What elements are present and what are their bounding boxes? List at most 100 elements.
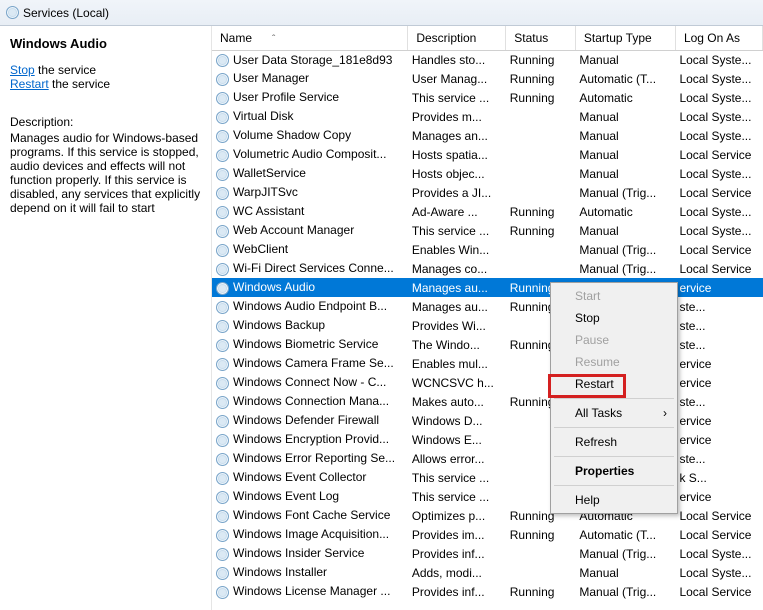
table-row[interactable]: Windows AudioManages au...Runningervice	[212, 278, 763, 297]
cell-logon: ervice	[675, 411, 762, 430]
ctx-refresh[interactable]: Refresh	[553, 431, 675, 453]
service-icon	[216, 54, 229, 67]
table-row[interactable]: User Data Storage_181e8d93Handles sto...…	[212, 50, 763, 69]
cell-logon: Local Syste...	[675, 563, 762, 582]
cell-desc: Adds, modi...	[408, 563, 506, 582]
cell-name: Windows Biometric Service	[212, 335, 408, 354]
service-icon	[216, 510, 229, 523]
table-row[interactable]: WebClientEnables Win...Manual (Trig...Lo…	[212, 240, 763, 259]
table-row[interactable]: Windows InstallerAdds, modi...ManualLoca…	[212, 563, 763, 582]
cell-logon: ervice	[675, 373, 762, 392]
cell-status: Running	[506, 582, 576, 601]
ctx-restart[interactable]: Restart	[553, 373, 675, 395]
service-icon	[216, 434, 229, 447]
table-row[interactable]: WarpJITSvcProvides a JI...Manual (Trig..…	[212, 183, 763, 202]
cell-name: Windows License Manager ...	[212, 582, 408, 601]
cell-desc: Manages co...	[408, 259, 506, 278]
table-row[interactable]: Windows Connect Now - C...WCNCSVC h...er…	[212, 373, 763, 392]
service-icon	[216, 282, 229, 295]
cell-logon: ervice	[675, 278, 762, 297]
stop-service-link[interactable]: Stop	[10, 63, 35, 77]
table-row[interactable]: Windows BackupProvides Wi...ste...	[212, 316, 763, 335]
table-row[interactable]: WalletServiceHosts objec...ManualLocal S…	[212, 164, 763, 183]
cell-desc: Allows error...	[408, 449, 506, 468]
cell-logon: Local Syste...	[675, 221, 762, 240]
table-row[interactable]: Windows Font Cache ServiceOptimizes p...…	[212, 506, 763, 525]
table-row[interactable]: Wi-Fi Direct Services Conne...Manages co…	[212, 259, 763, 278]
ctx-properties[interactable]: Properties	[553, 460, 675, 482]
cell-logon: Local Service	[675, 582, 762, 601]
cell-status	[506, 240, 576, 259]
cell-desc: Windows D...	[408, 411, 506, 430]
service-icon	[216, 358, 229, 371]
cell-desc: The Windo...	[408, 335, 506, 354]
cell-status	[506, 259, 576, 278]
ctx-help[interactable]: Help	[553, 489, 675, 511]
col-description[interactable]: Description	[408, 26, 506, 50]
table-row[interactable]: WC AssistantAd-Aware ...RunningAutomatic…	[212, 202, 763, 221]
cell-logon: ervice	[675, 487, 762, 506]
col-startup-type[interactable]: Startup Type	[575, 26, 675, 50]
ctx-start: Start	[553, 285, 675, 307]
services-list-pane: Name Description Status Startup Type Log…	[212, 26, 763, 610]
table-row[interactable]: Windows Biometric ServiceThe Windo...Run…	[212, 335, 763, 354]
table-row[interactable]: Windows Event CollectorThis service ...k…	[212, 468, 763, 487]
cell-status	[506, 183, 576, 202]
table-row[interactable]: Windows Connection Mana...Makes auto...R…	[212, 392, 763, 411]
cell-name: Windows Audio	[212, 278, 408, 297]
cell-logon: Local Syste...	[675, 88, 762, 107]
cell-name: WarpJITSvc	[212, 183, 408, 202]
cell-desc: This service ...	[408, 468, 506, 487]
table-row[interactable]: Volumetric Audio Composit...Hosts spatia…	[212, 145, 763, 164]
table-row[interactable]: User ManagerUser Manag...RunningAutomati…	[212, 69, 763, 88]
table-row[interactable]: Windows Event LogThis service ...ervice	[212, 487, 763, 506]
cell-name: WalletService	[212, 164, 408, 183]
cell-startup: Manual	[575, 50, 675, 69]
cell-startup: Manual	[575, 107, 675, 126]
cell-desc: Makes auto...	[408, 392, 506, 411]
cell-desc: Enables mul...	[408, 354, 506, 373]
table-header-row: Name Description Status Startup Type Log…	[212, 26, 763, 50]
cell-name: WC Assistant	[212, 202, 408, 221]
col-name[interactable]: Name	[212, 26, 408, 50]
cell-name: Windows Image Acquisition...	[212, 525, 408, 544]
cell-name: Windows Connect Now - C...	[212, 373, 408, 392]
ctx-all-tasks[interactable]: All Tasks	[553, 402, 675, 424]
cell-name: Virtual Disk	[212, 107, 408, 126]
table-row[interactable]: Windows Error Reporting Se...Allows erro…	[212, 449, 763, 468]
services-table[interactable]: Name Description Status Startup Type Log…	[212, 26, 763, 601]
cell-logon: Local Syste...	[675, 50, 762, 69]
restart-service-link[interactable]: Restart	[10, 77, 49, 91]
table-row[interactable]: Web Account ManagerThis service ...Runni…	[212, 221, 763, 240]
table-row[interactable]: Volume Shadow CopyManages an...ManualLoc…	[212, 126, 763, 145]
cell-status: Running	[506, 221, 576, 240]
ctx-separator	[554, 427, 674, 428]
cell-name: Windows Audio Endpoint B...	[212, 297, 408, 316]
table-row[interactable]: Windows Defender FirewallWindows D...erv…	[212, 411, 763, 430]
cell-desc: Manages an...	[408, 126, 506, 145]
cell-desc: Provides a JI...	[408, 183, 506, 202]
cell-desc: Enables Win...	[408, 240, 506, 259]
cell-logon: Local Syste...	[675, 69, 762, 88]
cell-logon: Local Service	[675, 183, 762, 202]
table-row[interactable]: Virtual DiskProvides m...ManualLocal Sys…	[212, 107, 763, 126]
col-status[interactable]: Status	[506, 26, 576, 50]
cell-logon: ervice	[675, 354, 762, 373]
col-log-on-as[interactable]: Log On As	[675, 26, 762, 50]
cell-desc: Optimizes p...	[408, 506, 506, 525]
service-icon	[216, 586, 229, 599]
table-row[interactable]: Windows Insider ServiceProvides inf...Ma…	[212, 544, 763, 563]
table-row[interactable]: Windows Image Acquisition...Provides im.…	[212, 525, 763, 544]
service-icon	[216, 130, 229, 143]
table-row[interactable]: Windows License Manager ...Provides inf.…	[212, 582, 763, 601]
cell-logon: ste...	[675, 316, 762, 335]
cell-desc: This service ...	[408, 221, 506, 240]
table-row[interactable]: Windows Camera Frame Se...Enables mul...…	[212, 354, 763, 373]
cell-startup: Manual	[575, 164, 675, 183]
cell-status: Running	[506, 525, 576, 544]
table-row[interactable]: Windows Encryption Provid...Windows E...…	[212, 430, 763, 449]
cell-name: Windows Encryption Provid...	[212, 430, 408, 449]
table-row[interactable]: Windows Audio Endpoint B...Manages au...…	[212, 297, 763, 316]
table-row[interactable]: User Profile ServiceThis service ...Runn…	[212, 88, 763, 107]
ctx-stop[interactable]: Stop	[553, 307, 675, 329]
